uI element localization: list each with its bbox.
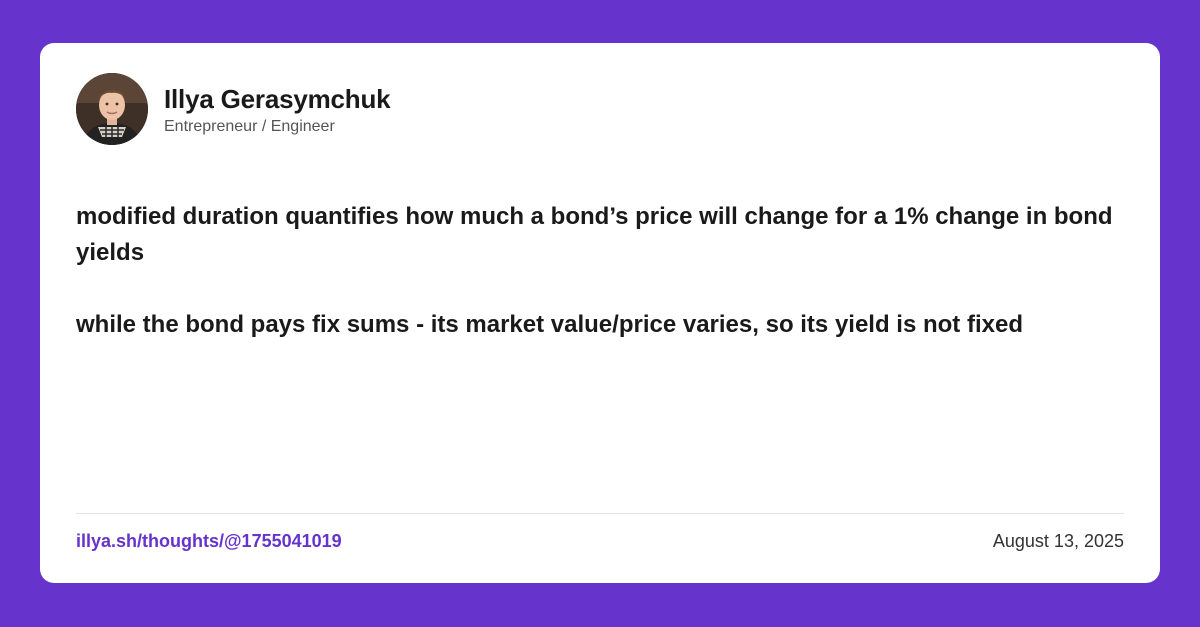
permalink-link[interactable]: illya.sh/thoughts/@1755041019 [76, 529, 342, 553]
avatar[interactable] [76, 73, 148, 145]
footer-divider [76, 513, 1124, 514]
author-name[interactable]: Illya Gerasymchuk [164, 83, 391, 115]
author-role: Entrepreneur / Engineer [164, 118, 335, 135]
post-card: Illya Gerasymchuk Entrepreneur / Enginee… [40, 43, 1160, 583]
post-paragraph: while the bond pays fix sums - its marke… [76, 311, 1023, 338]
avatar-photo-icon [76, 73, 148, 145]
post-paragraph: modified duration quantifies how much a … [76, 203, 1113, 266]
post-date: August 13, 2025 [992, 531, 1124, 551]
post-body: modified duration quantifies how much a … [76, 199, 1126, 343]
